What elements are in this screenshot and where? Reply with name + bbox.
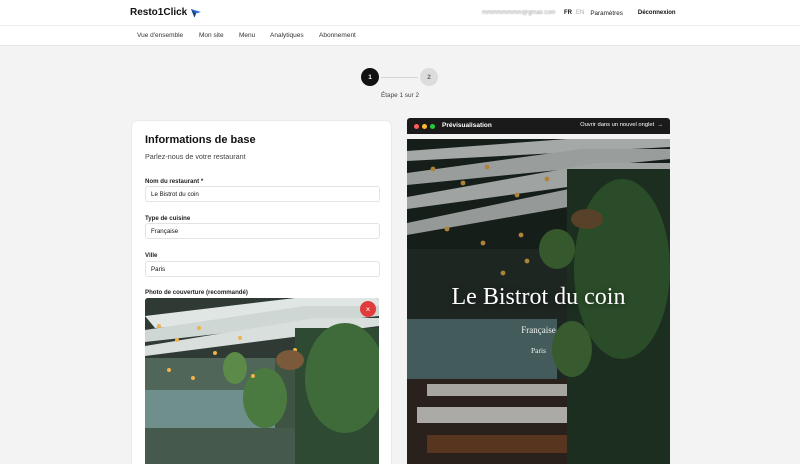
city-label: Ville — [145, 252, 158, 259]
arrow-right-icon: → — [657, 122, 663, 128]
window-close-dot — [414, 123, 419, 129]
logout-link[interactable]: Déconnexion — [638, 10, 676, 16]
stepper: 1 2 — [361, 68, 441, 86]
brand-name: Resto1Click — [130, 7, 188, 18]
hero-title: Le Bistrot du coin — [451, 284, 626, 310]
restaurant-name-input[interactable] — [145, 186, 380, 202]
arrow-cursor-icon — [191, 8, 202, 17]
step-1: 1 — [361, 68, 379, 86]
remove-photo-button[interactable]: × — [360, 301, 376, 317]
form-subtitle: Parlez-nous de votre restaurant — [145, 152, 246, 161]
open-new-tab-link[interactable]: Ouvrir dans un nouvel onglet → — [580, 122, 663, 128]
user-email: mmmmmmmm@gmail.com — [482, 10, 556, 16]
hero-cuisine: Française — [521, 325, 556, 335]
preview-toolbar: Prévisualisation Ouvrir dans un nouvel o… — [407, 118, 670, 134]
nav-analytics[interactable]: Analytiques — [270, 32, 304, 39]
window-maximize-dot — [430, 123, 435, 129]
nav-my-site[interactable]: Mon site — [199, 32, 224, 39]
open-new-tab-label: Ouvrir dans un nouvel onglet — [580, 122, 655, 128]
cover-photo-label: Photo de couverture (recommandé) — [145, 289, 248, 296]
preview-title: Prévisualisation — [442, 122, 492, 129]
cuisine-type-input[interactable] — [145, 223, 380, 239]
top-bar: Resto1Click mmmmmmmm@gmail.com FR EN Par… — [0, 0, 800, 26]
lang-fr-toggle[interactable]: FR — [564, 10, 572, 16]
header-actions: mmmmmmmm@gmail.com FR EN Paramètres Déco… — [482, 6, 676, 20]
main-nav: Vue d'ensemble Mon site Menu Analytiques… — [0, 26, 800, 46]
brand-logo[interactable]: Resto1Click — [130, 7, 202, 18]
basic-info-card: Informations de base Parlez-nous de votr… — [131, 120, 392, 464]
hero-city: Paris — [531, 346, 546, 355]
step-progress-text: Étape 1 sur 2 — [380, 92, 419, 99]
settings-link[interactable]: Paramètres — [590, 10, 623, 17]
step-connector — [381, 76, 418, 78]
nav-menu[interactable]: Menu — [239, 32, 255, 39]
city-input[interactable] — [145, 261, 380, 277]
nav-subscription[interactable]: Abonnement — [319, 32, 356, 39]
step-2: 2 — [420, 68, 438, 86]
window-minimize-dot — [422, 123, 427, 129]
close-icon: × — [365, 304, 371, 314]
restaurant-name-label: Nom du restaurant * — [145, 178, 204, 185]
nav-overview[interactable]: Vue d'ensemble — [137, 32, 183, 39]
site-preview: Le Bistrot du coin Française Paris — [407, 139, 670, 464]
form-title: Informations de base — [145, 134, 256, 146]
cuisine-type-label: Type de cuisine — [145, 215, 191, 222]
lang-en-toggle[interactable]: EN — [576, 10, 584, 16]
cover-photo-image[interactable] — [145, 298, 379, 464]
